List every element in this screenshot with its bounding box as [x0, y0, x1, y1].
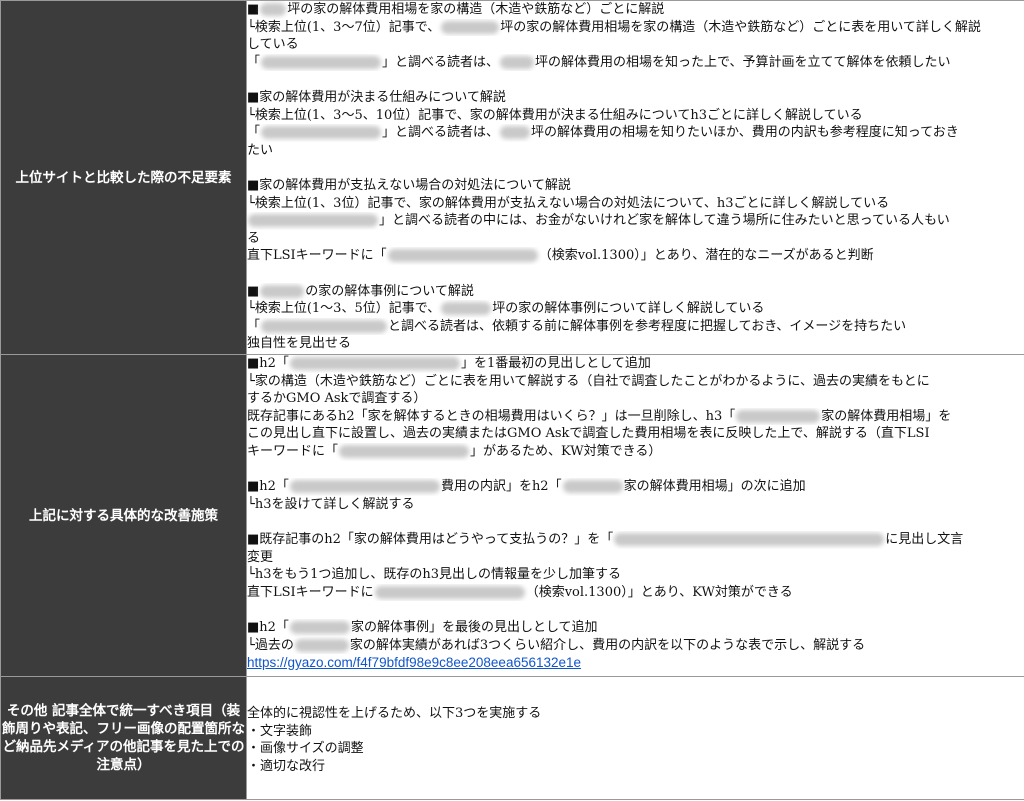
text-line: 「」と調べる読者は、 坪の解体費用の相場を知りたいほか、費用の内訳も参考程度に知っ…: [247, 125, 959, 141]
text-line: キーワードに「 」があるため、KW対策できる）: [247, 443, 662, 459]
text-line: 「」と調べる読者は、 坪の解体費用の相場を知った上で、予算計画を立てて解体を依頼し…: [247, 54, 951, 70]
text-line: ■ 坪の家の解体費用相場を家の構造（木造や鉄筋など）ごとに解説: [247, 2, 665, 17]
improvement-plan-table: 上位サイトと比較した際の不足要素 ■ 坪の家の解体費用相場を家の構造（木造や鉄筋な…: [0, 0, 1024, 800]
redacted-text: [248, 214, 378, 228]
redacted-text: [261, 319, 388, 333]
text-line: └検索上位(1、3〜5、10位）記事で、家の解体費用が決まる仕組みについてh3ご…: [247, 107, 863, 123]
text-line: たい: [247, 142, 274, 158]
gyazo-link[interactable]: https://gyazo.com/f4f79bfdf98e9c8ee208ee…: [247, 655, 581, 670]
redacted-text: [374, 585, 525, 599]
text-line: └h3を設けて詳しく解説する: [247, 496, 415, 512]
redacted-text: [339, 444, 470, 458]
redacted-text: [614, 532, 885, 546]
text-line: └過去の 家の解体実績があれば3つくらい紹介し、費用の内訳を以下のような表で示し、…: [247, 637, 866, 653]
table-row: その他 記事全体で統一すべき項目（装飾周りや表記、フリー画像の配置箇所など納品先…: [0, 676, 1024, 800]
text-line: 」と調べる読者の中には、お金がないけれど家を解体して違う場所に住みたいと思ってい…: [247, 212, 1024, 230]
text-line: ■h2「 家の解体事例」を最後の見出しとして追加: [247, 619, 598, 635]
text-line: 直下LSIキーワードに「 （検索vol.1300）」とあり、潜在的なニーズがあると…: [247, 248, 874, 264]
redacted-text: [260, 3, 287, 16]
row-label: 上位サイトと比較した際の不足要素: [0, 0, 247, 355]
redacted-text: [260, 284, 305, 298]
redacted-text: [261, 55, 382, 69]
row-content: ■h2「 」を1番最初の見出しとして追加 └家の構造（木造や鉄筋など）ごとに表を用…: [246, 354, 1024, 677]
redacted-text: [294, 638, 349, 652]
redacted-text: [562, 480, 623, 494]
redacted-text: [289, 480, 440, 494]
text-line: https://gyazo.com/f4f79bfdf98e9c8ee208ee…: [247, 654, 1024, 673]
text-line: ・文字装飾: [247, 723, 313, 739]
redacted-text: [500, 126, 531, 140]
text-line: る: [247, 230, 261, 246]
text-line: └家の構造（木造や鉄筋など）ごとに表を用いて解説する（自社で調査したことがわかる…: [247, 373, 930, 389]
redacted-text: [289, 620, 350, 634]
redacted-text: [387, 249, 538, 263]
text-line: └検索上位(1〜3、5位）記事で、 坪の家の解体事例について詳しく解説している: [247, 301, 765, 317]
text-line: 独自性を見出せる: [247, 336, 352, 352]
text-line: └検索上位(1、3位）記事で、家の解体費用が支払えない場合の対処法について、h3…: [247, 195, 890, 211]
table-row: 上記に対する具体的な改善施策 ■h2「 」を1番最初の見出しとして追加 └家の構造…: [0, 354, 1024, 677]
text-line: ■h2「 費用の内訳」をh2「 家の解体費用相場」の次に追加: [247, 479, 806, 495]
text-line: 全体的に視認性を上げるため、以下3つを実施する: [247, 706, 542, 721]
text-line: 「と調べる読者は、依頼する前に解体事例を参考程度に把握しておき、イメージを持ちた…: [247, 318, 907, 334]
redacted-text: [441, 302, 492, 316]
text-line: 既存記事にあるh2「家を解体するときの相場費用はいくら？」は一旦削除し、h3「家…: [247, 408, 952, 424]
text-line: するかGMO Askで調査する）: [247, 391, 427, 407]
text-line: ■h2「 」を1番最初の見出しとして追加: [247, 356, 651, 371]
text-line: ・適切な改行: [247, 758, 326, 774]
text-line: ■家の解体費用が決まる仕組みについて解説: [247, 89, 506, 105]
text-line: ■家の解体費用が支払えない場合の対処法について解説: [247, 177, 571, 193]
text-line: 変更: [247, 549, 274, 565]
redacted-text: [736, 409, 821, 423]
text-line: ■既存記事のh2「家の解体費用はどうやって支払うの？」を「 に見出し文言: [247, 531, 964, 547]
redacted-text: [441, 20, 500, 34]
text-line: この見出し直下に設置し、過去の実績またはGMO Askで調査した費用相場を表に反…: [247, 426, 930, 442]
text-line: している: [247, 37, 299, 53]
row-content: 全体的に視認性を上げるため、以下3つを実施する ・文字装飾 ・画像サイズの調整 …: [246, 676, 1024, 800]
row-content: ■ 坪の家の解体費用相場を家の構造（木造や鉄筋など）ごとに解説 └検索上位(1、3…: [246, 0, 1024, 355]
row-label: その他 記事全体で統一すべき項目（装飾周りや表記、フリー画像の配置箇所など納品先…: [0, 676, 247, 800]
text-line: 直下LSIキーワードに （検索vol.1300）」とあり、KW対策ができる: [247, 584, 793, 600]
text-line: ・画像サイズの調整: [247, 741, 364, 757]
row-label: 上記に対する具体的な改善施策: [0, 354, 247, 677]
redacted-text: [500, 55, 535, 69]
text-line: ■ の家の解体事例について解説: [247, 283, 474, 299]
redacted-text: [289, 357, 460, 370]
table-row: 上位サイトと比較した際の不足要素 ■ 坪の家の解体費用相場を家の構造（木造や鉄筋な…: [0, 0, 1024, 355]
redacted-text: [261, 126, 382, 140]
text-line: └検索上位(1、3〜7位）記事で、 坪の家の解体費用相場を家の構造（木造や鉄筋など…: [247, 19, 981, 35]
text-line: └h3をもう1つ追加し、既存のh3見出しの情報量を少し加筆する: [247, 567, 621, 583]
